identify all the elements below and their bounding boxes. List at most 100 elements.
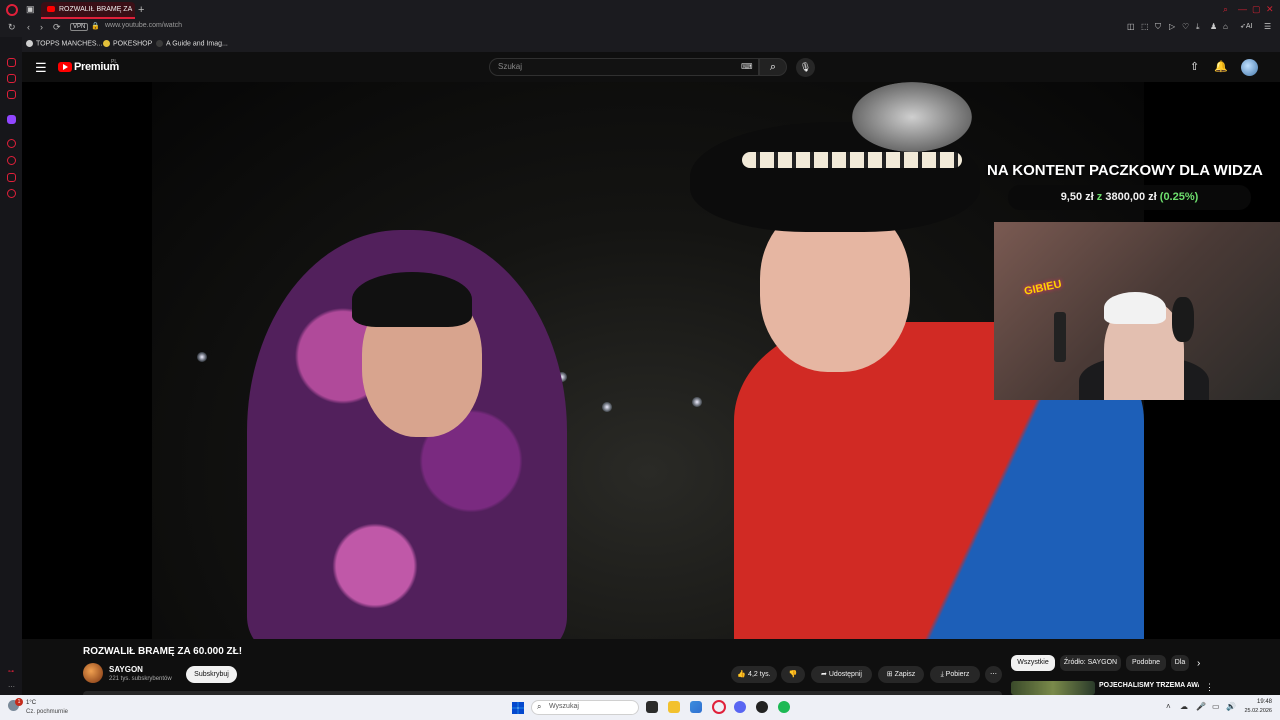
clock-date[interactable]: 25.02.2026 — [1244, 708, 1272, 714]
opera-taskbar-icon[interactable] — [712, 700, 726, 714]
sidebar-settings-icon[interactable] — [7, 189, 16, 198]
lock-icon[interactable]: 🔒 — [91, 22, 100, 30]
reload-icon[interactable]: ⟳ — [53, 22, 61, 33]
dislike-button[interactable]: 👎 — [781, 666, 805, 683]
subscribe-button[interactable]: Subskrybuj — [186, 666, 237, 683]
forward-icon[interactable]: › — [40, 22, 43, 32]
notifications-bell-icon[interactable]: 🔔 — [1214, 60, 1228, 73]
background-light — [197, 352, 207, 362]
snapshot-icon[interactable]: ⬚ — [1141, 22, 1149, 31]
region-label: PL — [111, 59, 118, 65]
tray-chevron-icon[interactable]: ˄ — [1166, 702, 1171, 711]
taskbar-search-input[interactable] — [531, 700, 639, 715]
tray-volume-icon[interactable]: 🔊 — [1226, 702, 1236, 711]
easy-setup-icon[interactable]: ☰ — [1264, 22, 1271, 31]
new-tab-button[interactable]: + — [138, 4, 144, 16]
minimize-icon[interactable]: — — [1238, 4, 1247, 14]
video-player[interactable]: NA KONTENT PACZKOWY DLA WIDZA 9,50 zł z … — [22, 82, 1280, 639]
close-window-icon[interactable]: ✕ — [1266, 4, 1274, 15]
heart-icon[interactable]: ♡ — [1182, 22, 1189, 31]
more-actions-button[interactable]: ⋯ — [985, 666, 1002, 683]
share-button[interactable]: ➦ Udostępnij — [811, 666, 872, 683]
channel-avatar[interactable] — [83, 663, 103, 683]
opera-sidebar — [0, 37, 22, 695]
sidebar-twitch-icon[interactable] — [7, 115, 16, 124]
chip-for-you[interactable]: Dla — [1171, 655, 1189, 671]
taskbar-search-label: Wyszukaj — [549, 703, 579, 710]
sidebar-whatsapp-icon[interactable] — [7, 74, 16, 83]
neon-sign: GIBIEU — [1023, 278, 1063, 298]
file-explorer-icon[interactable] — [668, 701, 680, 713]
voice-search-button[interactable]: 🎙 — [796, 58, 815, 77]
play-icon[interactable]: ▷ — [1169, 22, 1175, 31]
refresh-icon[interactable]: ↻ — [8, 22, 16, 33]
task-view-icon[interactable] — [646, 701, 658, 713]
background-light — [692, 397, 702, 407]
shield-icon[interactable]: ⛉ — [1155, 22, 1161, 32]
recommended-title[interactable]: POJECHALIŚMY TRZEMA AWARYJNYMI AUTAMI DO — [1099, 682, 1199, 689]
sidebar-send-icon[interactable] — [7, 173, 16, 182]
chip-source[interactable]: Źródło: SAYGON — [1060, 655, 1121, 671]
upload-icon[interactable]: ⇧ — [1190, 60, 1199, 73]
tray-cloud-icon[interactable]: ☁ — [1180, 702, 1188, 711]
browser-tab[interactable]: ROZWALIŁ BRAMĘ ZA — [41, 2, 135, 19]
ai-label: AI — [1245, 23, 1253, 30]
sidebar-clock-icon[interactable] — [7, 156, 16, 165]
back-icon[interactable]: ‹ — [27, 22, 30, 32]
chevron-right-icon[interactable]: › — [1197, 658, 1200, 669]
chip-related[interactable]: Podobne — [1126, 655, 1166, 671]
weather-badge: 1 — [15, 698, 23, 706]
spotify-icon[interactable] — [778, 701, 790, 713]
keyboard-icon[interactable]: ⌨ — [741, 62, 753, 71]
search-tabs-icon[interactable]: ⌕ — [1223, 4, 1228, 15]
hamburger-menu-icon[interactable]: ☰ — [35, 60, 47, 76]
store-icon[interactable] — [690, 701, 702, 713]
url-field[interactable]: www.youtube.com/watch — [105, 22, 182, 29]
mic-icon: 🎙 — [799, 62, 812, 72]
opera-logo-icon[interactable] — [6, 4, 18, 16]
sidebar-more-icon[interactable]: ⋯ — [8, 683, 15, 691]
aria-ai-button[interactable]: ➶AI — [1240, 22, 1253, 30]
user-avatar[interactable] — [1241, 59, 1258, 76]
save-button[interactable]: ⊞ Zapisz — [878, 666, 924, 683]
search-input[interactable] — [489, 58, 759, 76]
discord-icon[interactable] — [734, 701, 746, 713]
camera-icon[interactable]: ◫ — [1127, 22, 1135, 31]
weather-temperature[interactable]: 1°C — [26, 700, 36, 706]
bookmark-item[interactable]: POKESHOP — [103, 40, 152, 47]
tab-menu-icon[interactable]: ▣ — [26, 4, 35, 15]
youtube-logo-icon[interactable] — [58, 62, 72, 72]
account-icon[interactable]: ♟ — [1210, 22, 1217, 31]
tab-title: ROZWALIŁ BRAMĘ ZA — [59, 6, 133, 13]
obs-icon[interactable] — [756, 701, 768, 713]
maximize-icon[interactable]: ▢ — [1252, 4, 1261, 15]
recommended-thumbnail[interactable] — [1011, 681, 1095, 695]
donation-goal-amount: 9,50 zł z 3800,00 zł (0.25%) — [1060, 191, 1199, 203]
vpn-badge[interactable]: VPN — [70, 23, 89, 31]
windows-taskbar — [0, 695, 1280, 720]
search-button[interactable]: ⌕ — [759, 58, 787, 76]
dot-icon — [26, 40, 33, 47]
streamer-webcam: GIBIEU — [994, 222, 1280, 400]
download-button[interactable]: ⤓ Pobierz — [930, 666, 980, 683]
tray-mic-icon[interactable]: 🎤 — [1196, 702, 1206, 711]
clock-time[interactable]: 19:48 — [1250, 699, 1272, 705]
thumbs-down-icon: 👎 — [788, 671, 798, 678]
sidebar-messenger-icon[interactable] — [7, 58, 16, 67]
sidebar-pin-icon[interactable]: ⊶ — [8, 668, 14, 675]
download-icon[interactable]: ⤓ — [1196, 22, 1200, 32]
sidebar-history-icon[interactable] — [7, 139, 16, 148]
pokeball-icon — [103, 40, 110, 47]
bookmark-item[interactable]: TOPPS MANCHES... — [26, 40, 102, 47]
address-bar — [0, 20, 1280, 37]
tray-network-icon[interactable]: ▭ — [1212, 702, 1220, 711]
like-button[interactable]: 👍 4,2 tys. — [731, 666, 777, 683]
sidebar-music-icon[interactable] — [7, 90, 16, 99]
windows-start-icon[interactable] — [512, 702, 524, 714]
recommended-more-icon[interactable]: ⋮ — [1205, 682, 1214, 693]
channel-name[interactable]: SAYGON — [109, 665, 143, 674]
bookmark-item[interactable]: A Guide and Imag... — [156, 40, 228, 47]
chip-all[interactable]: Wszystkie — [1011, 655, 1055, 671]
extensions-icon[interactable]: ⌂ — [1223, 22, 1228, 31]
weather-condition[interactable]: Cz. pochmurnie — [26, 709, 68, 715]
